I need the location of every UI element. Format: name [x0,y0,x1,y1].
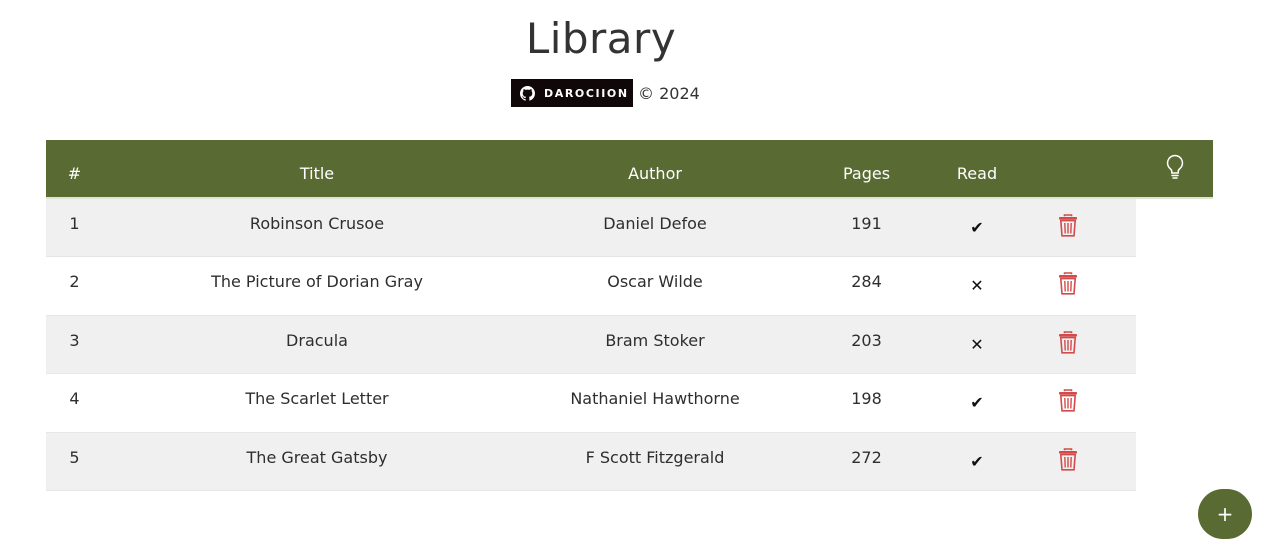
book-title: Robinson Crusoe [103,198,531,257]
delete-cell [1000,373,1136,433]
book-pages: 198 [779,373,954,433]
book-pages: 203 [779,315,954,374]
credit-line: DAROCIION © 2024 [511,79,700,107]
column-header-author: Author [628,164,682,183]
trash-icon[interactable] [1058,389,1078,412]
row-spacer [1136,432,1213,491]
row-spacer [1136,257,1213,316]
book-author: Nathaniel Hawthorne [531,373,779,433]
book-title: Dracula [103,315,531,374]
read-yes-icon[interactable]: ✔ [970,218,983,237]
book-author: F Scott Fitzgerald [531,432,779,491]
read-no-icon[interactable]: ✕ [970,276,983,295]
trash-icon[interactable] [1058,330,1078,354]
row-spacer [1136,315,1213,374]
read-yes-icon[interactable]: ✔ [970,452,983,471]
book-title: The Picture of Dorian Gray [103,256,531,316]
book-author: Bram Stoker [531,315,779,374]
column-header-read: Read [956,164,998,183]
table-row: 4 The Scarlet Letter Nathaniel Hawthorne 19… [46,373,1213,433]
book-author: Oscar Wilde [531,256,779,316]
delete-cell [1000,315,1136,374]
library-page: Library DAROCIION © 2024 # Title Author … [0,0,1264,553]
delete-cell [1000,198,1136,257]
add-book-button[interactable]: + [1198,489,1252,539]
book-pages: 272 [779,432,954,491]
column-header-title: Title [299,164,335,183]
read-status-cell: ✕ [954,315,1000,374]
book-number: 3 [46,315,103,374]
books-table: # Title Author Pages Read 1 Robinson Cru… [46,140,1213,491]
book-number: 2 [46,256,103,316]
row-spacer [1136,374,1213,433]
book-number: 5 [46,432,103,491]
theme-toggle-button[interactable] [1136,140,1213,198]
trash-icon[interactable] [1058,447,1078,471]
delete-cell [1000,432,1136,491]
column-header-number: # [67,164,82,183]
read-status-cell: ✔ [954,198,1000,257]
read-no-icon[interactable]: ✕ [970,335,983,354]
read-status-cell: ✔ [954,373,1000,433]
trash-icon[interactable] [1058,272,1078,295]
github-icon [520,85,535,101]
table-header-row: # Title Author Pages Read [46,140,1213,198]
page-title: Library [525,14,677,63]
read-yes-icon[interactable]: ✔ [970,393,983,412]
column-header-pages: Pages [842,164,891,183]
book-number: 4 [46,373,103,433]
trash-icon[interactable] [1058,214,1078,237]
table-row: 2 The Picture of Dorian Gray Oscar Wilde 28… [46,256,1213,316]
book-pages: 191 [779,198,954,257]
read-status-cell: ✕ [954,256,1000,316]
table-row: 1 Robinson Crusoe Daniel Defoe 191 ✔ [46,198,1213,257]
column-header-delete [1000,140,1136,198]
copyright-text: © 2024 [638,83,700,103]
book-title: The Scarlet Letter [103,373,531,433]
table-row: 3 Dracula Bram Stoker 203 ✕ [46,315,1213,374]
book-author: Daniel Defoe [531,198,779,257]
read-status-cell: ✔ [954,432,1000,491]
github-link[interactable]: DAROCIION [511,79,633,107]
lightbulb-icon [1165,154,1185,184]
book-title: The Great Gatsby [103,432,531,491]
table-row: 5 The Great Gatsby F Scott Fitzgerald 272 ✔ [46,432,1213,491]
book-pages: 284 [779,256,954,316]
row-spacer [1136,198,1213,257]
book-number: 1 [46,198,103,257]
delete-cell [1000,256,1136,316]
github-username: DAROCIION [544,86,629,100]
